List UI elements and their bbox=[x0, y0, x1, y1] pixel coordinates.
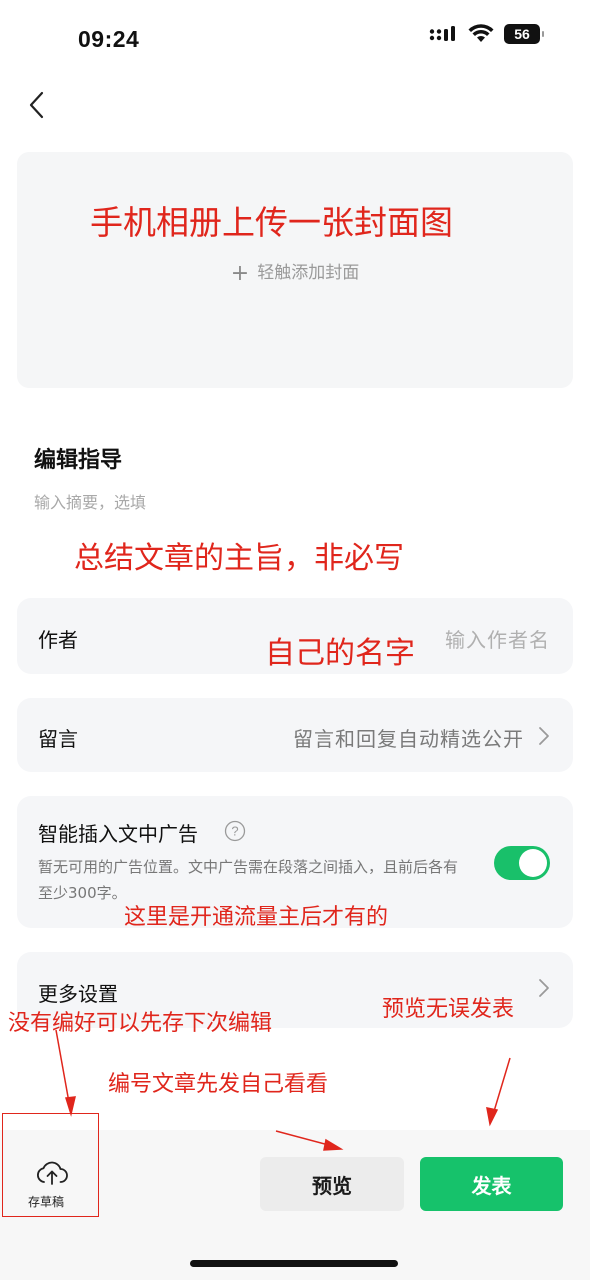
add-cover-label: 轻触添加封面 bbox=[257, 263, 360, 283]
home-indicator[interactable] bbox=[190, 1260, 398, 1267]
ads-toggle[interactable] bbox=[494, 846, 550, 880]
comment-value: 留言和回复自动精选公开 bbox=[293, 727, 524, 751]
cellular-signal-icon bbox=[429, 26, 455, 41]
chevron-right-icon bbox=[539, 727, 549, 745]
cloud-upload-icon[interactable] bbox=[35, 1160, 69, 1188]
more-settings-label: 更多设置 bbox=[38, 982, 118, 1006]
author-label: 作者 bbox=[38, 628, 78, 652]
save-draft-button[interactable]: 存草稿 bbox=[28, 1193, 64, 1210]
ads-title: 智能插入文中广告 bbox=[38, 822, 198, 846]
wifi-icon bbox=[468, 24, 494, 42]
annotation-publish: 预览无误发表 bbox=[382, 997, 515, 1022]
add-cover-prompt[interactable]: + 轻触添加封面 bbox=[0, 258, 590, 286]
comment-label: 留言 bbox=[38, 727, 78, 751]
svg-text:?: ? bbox=[231, 824, 238, 839]
toggle-knob bbox=[519, 849, 547, 877]
annotation-draft: 没有编好可以先存下次编辑 bbox=[8, 1011, 273, 1036]
preview-button[interactable]: 预览 bbox=[260, 1157, 404, 1211]
chevron-right-icon bbox=[539, 979, 549, 997]
status-time: 09:24 bbox=[78, 26, 140, 52]
author-input[interactable]: 输入作者名 bbox=[445, 624, 550, 653]
annotation-summary: 总结文章的主旨，非必写 bbox=[74, 541, 404, 576]
annotation-preview: 编号文章先发自己看看 bbox=[108, 1072, 329, 1097]
summary-input[interactable]: 输入摘要，选填 bbox=[34, 489, 146, 513]
annotation-author: 自己的名字 bbox=[265, 636, 415, 671]
annotation-cover: 手机相册上传一张封面图 bbox=[90, 203, 453, 242]
battery-indicator: 56 bbox=[504, 24, 544, 44]
publish-button[interactable]: 发表 bbox=[420, 1157, 563, 1211]
status-icons: 56 bbox=[428, 24, 544, 44]
help-icon[interactable]: ? bbox=[224, 820, 246, 842]
plus-icon: + bbox=[230, 261, 250, 286]
back-chevron-icon[interactable] bbox=[26, 88, 56, 122]
annotation-ads: 这里是开通流量主后才有的 bbox=[124, 905, 389, 930]
guide-title: 编辑指导 bbox=[34, 448, 123, 473]
